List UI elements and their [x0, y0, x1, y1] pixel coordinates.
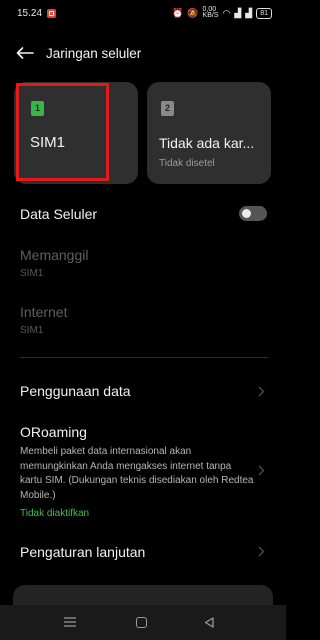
oroaming-status: Tidak diaktifkan [20, 508, 90, 519]
navigation-bar [0, 605, 286, 640]
sim1-name: SIM1 [30, 134, 66, 151]
home-icon[interactable] [136, 617, 147, 628]
back-icon[interactable] [204, 617, 214, 628]
battery-icon: 81 [256, 7, 272, 19]
oroaming-item[interactable]: ORoaming [20, 424, 87, 440]
sim1-badge-icon: 1 [31, 101, 44, 116]
status-left: 15.24 [17, 7, 57, 19]
data-seluler-toggle[interactable] [239, 206, 267, 221]
alarm-icon: ⏰ [172, 7, 184, 18]
chevron-right-icon [258, 386, 265, 397]
wifi-icon: ◠ [222, 7, 231, 18]
pengaturan-lanjutan-item[interactable]: Pengaturan lanjutan [20, 544, 145, 560]
sim2-status: Tidak disetel [159, 158, 215, 169]
chevron-right-icon [258, 546, 265, 557]
notification-app-icon [47, 8, 57, 18]
memanggil-label: Memanggil [20, 247, 89, 263]
network-speed: 0,00 KB/S [202, 6, 219, 19]
sim2-card[interactable]: 2 Tidak ada kar... Tidak disetel [147, 82, 271, 184]
oroaming-description: Membeli paket data internasional akan me… [20, 446, 254, 501]
battery-level: 81 [260, 9, 268, 17]
chevron-right-icon [258, 465, 265, 476]
recent-apps-icon[interactable] [64, 617, 76, 627]
memanggil-value: SIM1 [20, 268, 44, 279]
sim2-name: Tidak ada kar... [159, 135, 255, 151]
divider [20, 357, 268, 358]
signal-2-icon: ▟ [245, 7, 253, 18]
sim2-badge-icon: 2 [161, 101, 174, 116]
app-bar: Jaringan seluler [0, 38, 286, 68]
internet-label: Internet [20, 304, 68, 320]
status-icons: ⏰ 🔕 0,00 KB/S ◠ ▟ ▟ 81 [172, 6, 272, 19]
internet-value: SIM1 [20, 325, 44, 336]
sim1-card[interactable]: 1 SIM1 [14, 82, 138, 184]
mute-icon: 🔕 [187, 7, 199, 18]
penggunaan-data-item[interactable]: Penggunaan data [20, 383, 131, 399]
page-title: Jaringan seluler [46, 46, 142, 61]
data-seluler-label: Data Seluler [20, 206, 98, 222]
status-bar: 15.24 ⏰ 🔕 0,00 KB/S ◠ ▟ ▟ 81 [0, 0, 286, 26]
toggle-knob [242, 209, 251, 218]
signal-icon: ▟ [234, 7, 242, 18]
status-time: 15.24 [17, 7, 43, 19]
back-arrow-icon[interactable] [16, 47, 34, 59]
